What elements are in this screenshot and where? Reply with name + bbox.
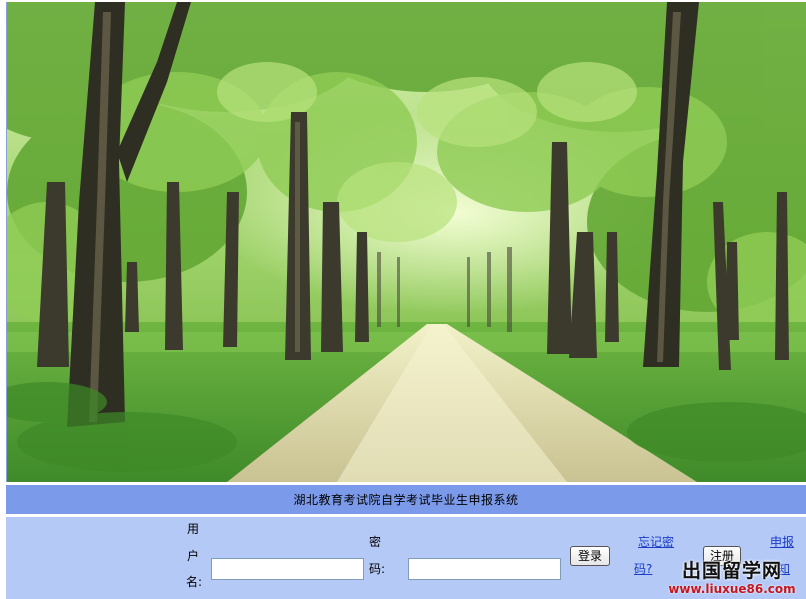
username-label-char-2: 户: [186, 549, 199, 563]
page: 湖北教育考试院自学考试毕业生申报系统 用 户 名: 密 码: 登录 忘记密 码?…: [0, 0, 806, 599]
forgot-password-line1[interactable]: 忘记密: [638, 529, 674, 556]
username-label-char-3: 名:: [185, 575, 203, 589]
system-title: 湖北教育考试院自学考试毕业生申报系统: [293, 493, 519, 507]
username-label-char-1: 用: [186, 522, 199, 536]
password-label-char-2: 码:: [368, 562, 386, 576]
notice-line2[interactable]: 知: [778, 556, 790, 583]
hero-forest-image: [6, 2, 806, 482]
notice-line1[interactable]: 申报: [770, 529, 794, 556]
forest-illustration: [7, 2, 806, 482]
password-label-char-1: 密: [368, 535, 381, 549]
forgot-password-line2[interactable]: 码?: [634, 556, 652, 583]
login-form: 用 户 名: 密 码: 登录 忘记密 码? 注册 申报 知: [6, 517, 806, 599]
login-button[interactable]: 登录: [570, 546, 610, 566]
register-button[interactable]: 注册: [703, 546, 741, 566]
password-input[interactable]: [408, 558, 561, 580]
username-input[interactable]: [211, 558, 364, 580]
title-bar: 湖北教育考试院自学考试毕业生申报系统: [6, 484, 806, 515]
